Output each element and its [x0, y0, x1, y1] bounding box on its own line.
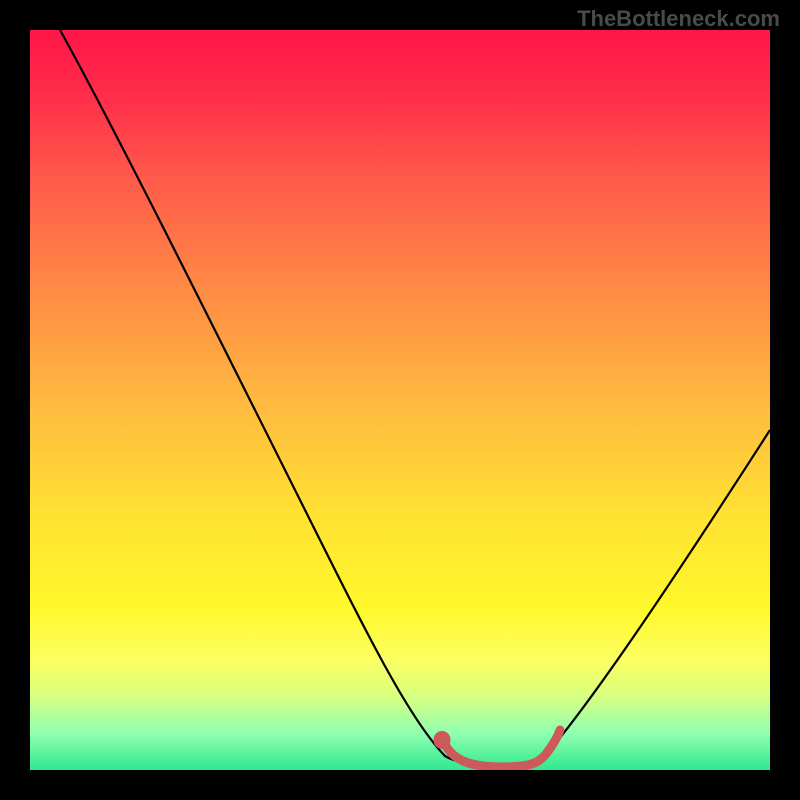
highlight-marker-path — [438, 730, 560, 767]
plot-area — [30, 30, 770, 770]
watermark-text: TheBottleneck.com — [577, 6, 780, 32]
curve-overlay — [30, 30, 770, 770]
highlight-dot-left — [436, 734, 448, 746]
main-curve-path — [60, 30, 770, 766]
